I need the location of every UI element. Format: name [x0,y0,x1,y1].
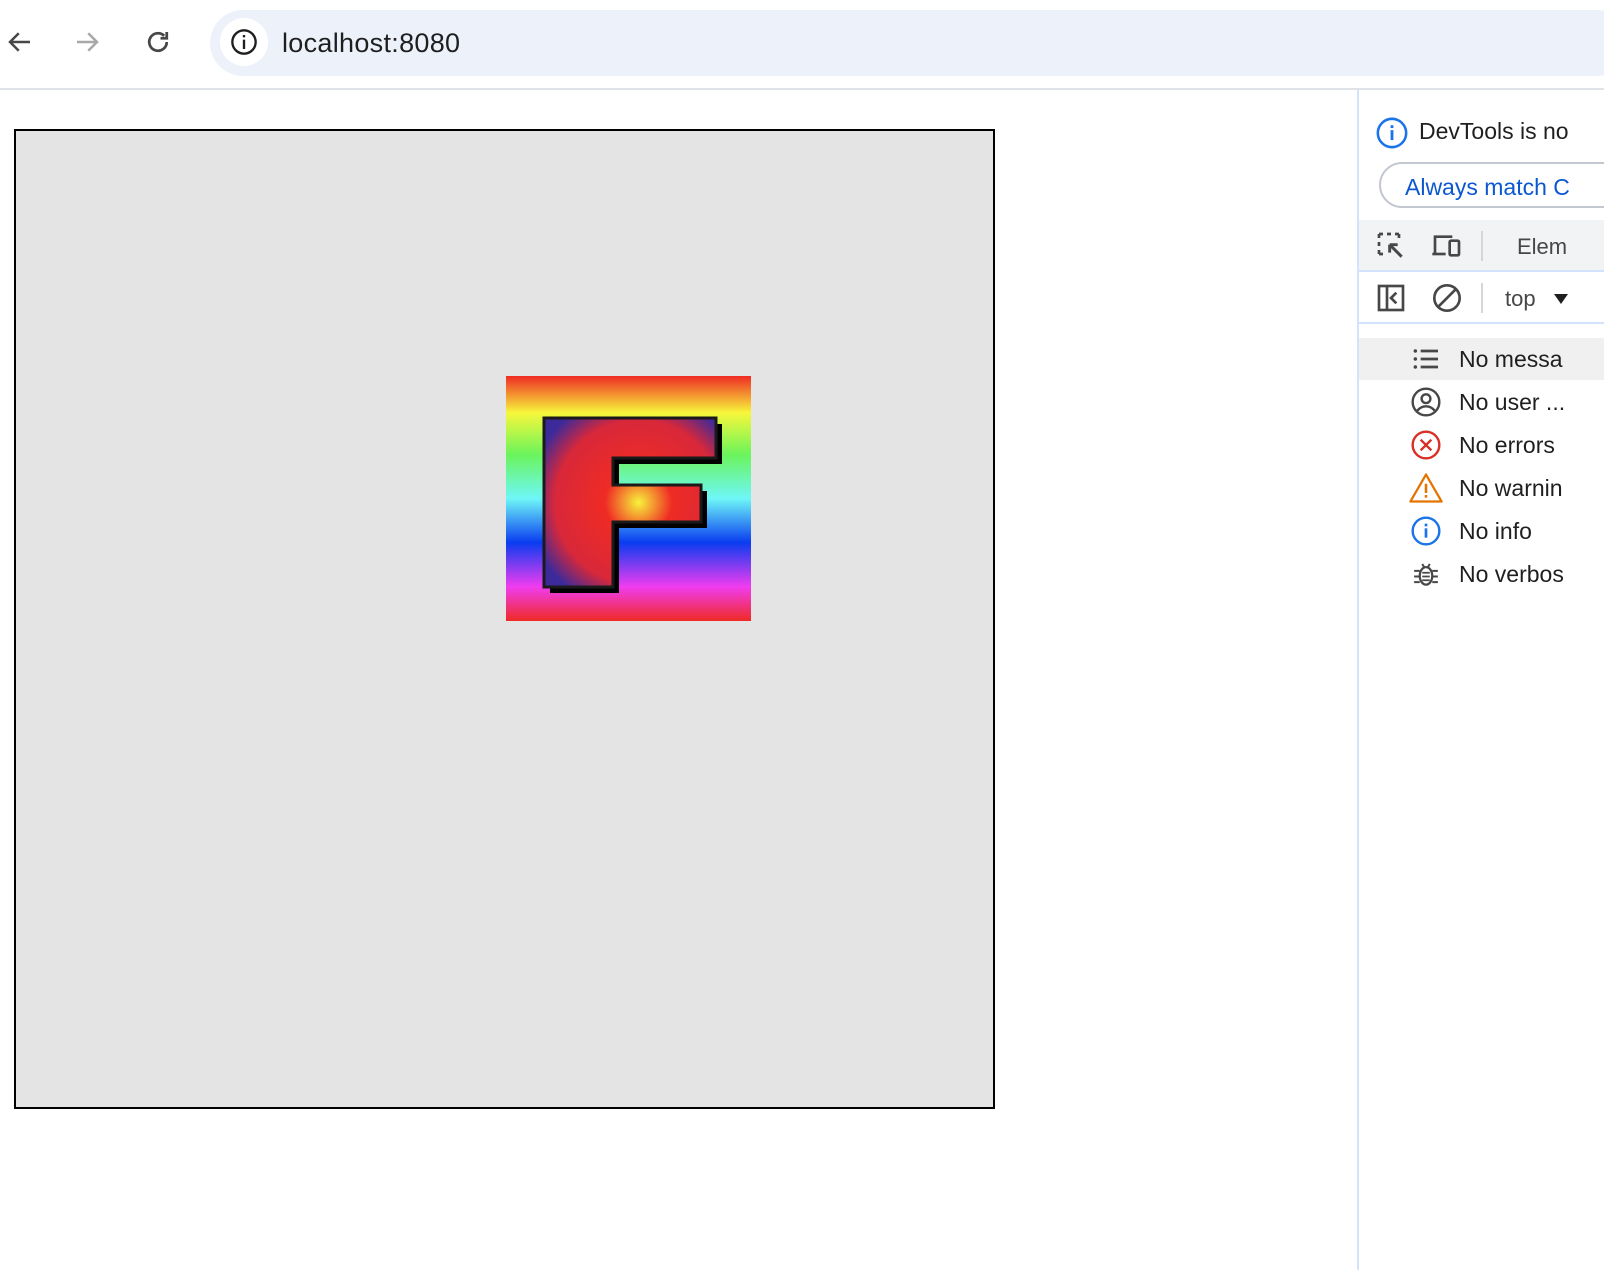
user-circle-icon [1409,385,1443,419]
url-text[interactable]: localhost:8080 [282,28,460,59]
clear-block-icon [1433,284,1461,312]
back-button[interactable] [0,22,40,62]
reload-button[interactable] [138,22,178,62]
sidebar-item-label: No messa [1459,346,1563,372]
list-icon [1409,342,1443,376]
forward-arrow-icon [77,32,99,52]
context-selector[interactable]: top [1505,284,1604,314]
canvas-stage[interactable] [14,129,995,1109]
forward-button[interactable] [67,22,107,62]
device-toggle-icon [1432,235,1461,257]
page-viewport [0,90,1357,1270]
error-circle-icon [1409,428,1443,462]
reload-icon [147,31,169,53]
clear-console-button[interactable] [1429,280,1465,316]
sidebar-item-label: No info [1459,518,1532,544]
tab-elements[interactable]: Elem [1517,234,1567,260]
always-match-button[interactable]: Always match C [1379,162,1604,208]
bug-icon [1409,557,1443,591]
sidebar-item-label: No errors [1459,432,1555,458]
context-label: top [1505,286,1536,311]
console-filter-bar: top [1359,272,1604,324]
devtools-info-icon-wrap [1375,116,1409,150]
devtools-tab-bar: Elem [1359,220,1604,272]
devtools-panel: DevTools is no Always match C Elem top N… [1357,90,1604,1270]
site-info-button[interactable] [220,18,268,66]
sidebar-item-verbose[interactable]: No verbos [1359,553,1604,595]
rainbow-letter-logo [506,376,751,621]
sidebar-toggle-icon [1377,284,1405,312]
info-circle-icon [1376,117,1408,149]
warning-triangle-icon [1409,471,1443,505]
browser-toolbar: localhost:8080 [0,0,1604,90]
device-toolbar-button[interactable] [1429,228,1465,264]
sidebar-item-user-messages[interactable]: No user ... [1359,381,1604,423]
inspect-element-icon [1377,232,1403,258]
sidebar-item-label: No warnin [1459,475,1563,501]
inspect-element-button[interactable] [1373,228,1409,264]
sidebar-item-info[interactable]: No info [1359,510,1604,552]
show-sidebar-button[interactable] [1373,280,1409,316]
toolbar-separator [1481,231,1483,261]
dropdown-triangle-icon [1554,294,1568,304]
info-circle-icon [1409,514,1443,548]
sidebar-item-label: No verbos [1459,561,1564,587]
sidebar-item-label: No user ... [1459,389,1566,415]
back-arrow-icon [8,32,30,52]
address-bar[interactable]: localhost:8080 [210,10,1604,76]
devtools-banner-text: DevTools is no [1419,118,1569,144]
sidebar-item-warnings[interactable]: No warnin [1359,467,1604,509]
sidebar-item-errors[interactable]: No errors [1359,424,1604,466]
site-info-icon [231,29,257,55]
sidebar-item-messages[interactable]: No messa [1359,338,1604,380]
toolbar-separator [1481,283,1483,313]
